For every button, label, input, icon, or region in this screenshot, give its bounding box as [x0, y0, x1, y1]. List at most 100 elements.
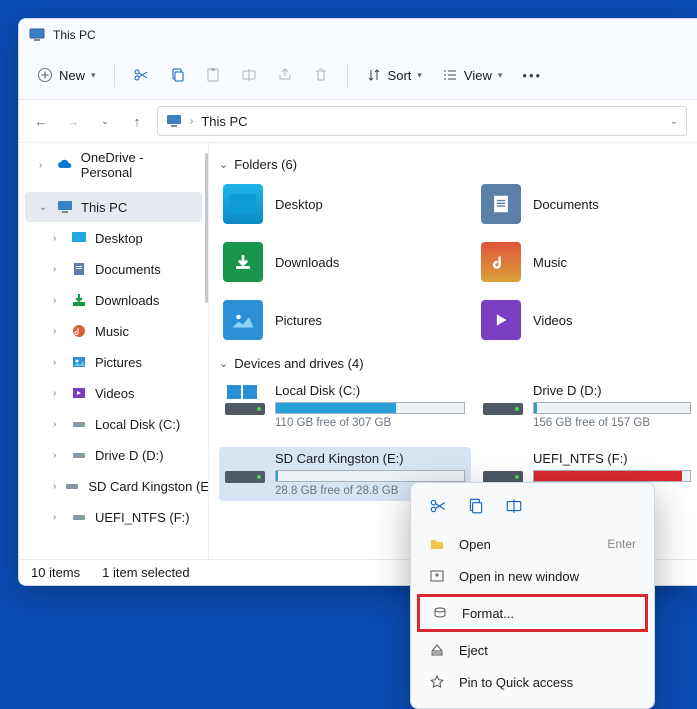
selection-count: 1 item selected — [102, 565, 189, 580]
drive-icon — [71, 509, 87, 525]
this-pc-icon — [29, 27, 45, 43]
recent-button[interactable]: ⌄ — [93, 109, 117, 133]
chevron-right-icon: › — [190, 116, 193, 127]
back-button[interactable]: ← — [29, 109, 53, 133]
up-button[interactable]: ↑ — [125, 109, 149, 133]
plus-circle-icon — [37, 67, 53, 83]
address-input[interactable]: › This PC ⌄ — [157, 106, 687, 136]
delete-button[interactable] — [305, 61, 337, 89]
folder-desktop[interactable]: Desktop — [219, 180, 471, 228]
more-button[interactable]: ••• — [514, 62, 550, 89]
music-icon — [490, 251, 512, 273]
this-pc-icon — [57, 199, 73, 215]
this-pc-icon — [166, 113, 182, 129]
folders-header[interactable]: ⌄Folders (6) — [219, 157, 697, 172]
sidebar-item-onedrive[interactable]: ›OneDrive - Personal — [25, 150, 202, 180]
play-icon — [490, 309, 512, 331]
copy-icon — [467, 497, 485, 515]
rename-button[interactable] — [505, 497, 523, 518]
download-icon — [232, 251, 254, 273]
copy-button[interactable] — [467, 497, 485, 518]
drive-icon — [483, 451, 523, 485]
share-button[interactable] — [269, 61, 301, 89]
drive-icon — [71, 447, 87, 463]
menu-eject[interactable]: Eject — [417, 634, 648, 666]
sidebar-item-drive-d[interactable]: ›Drive D (D:) — [25, 440, 202, 470]
sidebar-item-uefi[interactable]: ›UEFI_NTFS (F:) — [25, 502, 202, 532]
separator — [347, 63, 348, 87]
trash-icon — [313, 67, 329, 83]
sort-button[interactable]: Sort ▾ — [358, 61, 430, 89]
highlight-box: Format... — [417, 594, 648, 632]
expand-icon[interactable]: › — [39, 160, 49, 171]
folder-icon — [230, 194, 256, 214]
sidebar-item-desktop[interactable]: ›Desktop — [25, 223, 202, 253]
folder-documents[interactable]: Documents — [477, 180, 697, 228]
downloads-icon — [71, 292, 87, 308]
drive-icon — [225, 451, 265, 485]
star-icon — [429, 674, 445, 690]
drive-icon — [483, 383, 523, 417]
toolbar: New ▾ Sort ▾ View ▾ ••• — [19, 51, 697, 99]
breadcrumb[interactable]: This PC — [201, 114, 247, 129]
documents-icon — [490, 193, 512, 215]
new-window-icon — [429, 568, 445, 584]
collapse-icon[interactable]: ⌄ — [39, 202, 49, 213]
menu-open[interactable]: OpenEnter — [417, 528, 648, 560]
sidebar-item-local-disk[interactable]: ›Local Disk (C:) — [25, 409, 202, 439]
sidebar-item-sd-card[interactable]: ›SD Card Kingston (E:) — [25, 471, 202, 501]
eject-icon — [429, 642, 445, 658]
menu-format[interactable]: Format... — [420, 597, 645, 629]
folder-downloads[interactable]: Downloads — [219, 238, 471, 286]
drives-header[interactable]: ⌄Devices and drives (4) — [219, 356, 697, 371]
folder-music[interactable]: Music — [477, 238, 697, 286]
separator — [114, 63, 115, 87]
copy-button[interactable] — [161, 61, 193, 89]
sort-icon — [366, 67, 382, 83]
rename-button[interactable] — [233, 61, 265, 89]
drive-icon — [71, 416, 87, 432]
titlebar: This PC — [19, 19, 697, 51]
cut-button[interactable] — [429, 497, 447, 518]
scissors-icon — [133, 67, 149, 83]
address-bar: ← → ⌄ ↑ › This PC ⌄ — [19, 99, 697, 143]
chevron-down-icon[interactable]: ⌄ — [670, 116, 678, 127]
drive-d[interactable]: Drive D (D:)156 GB free of 157 GB — [477, 379, 697, 433]
chevron-down-icon: ⌄ — [219, 357, 228, 370]
menu-open-new-window[interactable]: Open in new window — [417, 560, 648, 592]
documents-icon — [71, 261, 87, 277]
folder-open-icon — [429, 536, 445, 552]
chevron-down-icon: ▾ — [498, 70, 503, 81]
copy-icon — [169, 67, 185, 83]
cut-button[interactable] — [125, 61, 157, 89]
pictures-icon — [231, 310, 255, 330]
menu-pin-quick-access[interactable]: Pin to Quick access — [417, 666, 648, 698]
sidebar-item-music[interactable]: ›Music — [25, 316, 202, 346]
drive-local-c[interactable]: Local Disk (C:)110 GB free of 307 GB — [219, 379, 471, 433]
drive-icon — [64, 478, 80, 494]
chevron-down-icon: ⌄ — [219, 158, 228, 171]
navigation-pane: ›OneDrive - Personal ⌄This PC ›Desktop ›… — [19, 143, 209, 559]
folder-videos[interactable]: Videos — [477, 296, 697, 344]
share-icon — [277, 67, 293, 83]
desktop-icon — [71, 230, 87, 246]
new-button[interactable]: New ▾ — [29, 61, 104, 89]
window-title: This PC — [53, 28, 96, 42]
view-button[interactable]: View ▾ — [434, 61, 510, 89]
scissors-icon — [429, 497, 447, 515]
chevron-down-icon: ▾ — [91, 70, 96, 81]
forward-button[interactable]: → — [61, 109, 85, 133]
item-count: 10 items — [31, 565, 80, 580]
rename-icon — [241, 67, 257, 83]
folder-pictures[interactable]: Pictures — [219, 296, 471, 344]
sidebar-item-pictures[interactable]: ›Pictures — [25, 347, 202, 377]
sidebar-item-downloads[interactable]: ›Downloads — [25, 285, 202, 315]
sidebar-item-videos[interactable]: ›Videos — [25, 378, 202, 408]
sidebar-item-this-pc[interactable]: ⌄This PC — [25, 192, 202, 222]
music-icon — [71, 323, 87, 339]
sidebar-item-documents[interactable]: ›Documents — [25, 254, 202, 284]
format-icon — [432, 605, 448, 621]
view-icon — [442, 67, 458, 83]
paste-button[interactable] — [197, 61, 229, 89]
clipboard-icon — [205, 67, 221, 83]
